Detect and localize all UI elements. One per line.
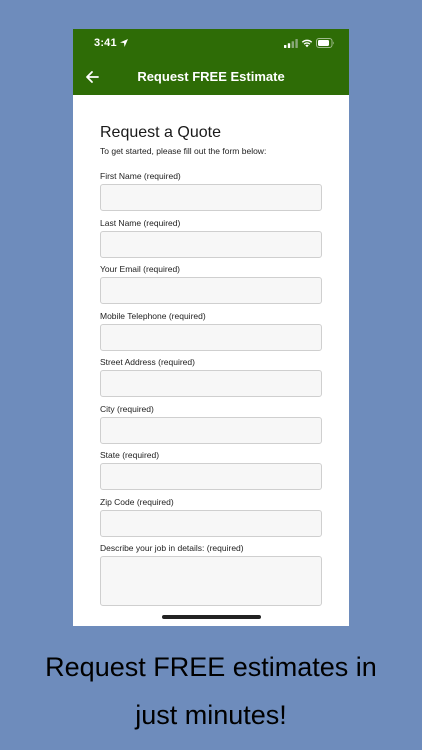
state-field: State (required) bbox=[100, 450, 322, 490]
home-indicator bbox=[162, 615, 261, 619]
last-name-label: Last Name (required) bbox=[100, 217, 181, 228]
zip-code-input[interactable] bbox=[100, 509, 322, 537]
street-address-label: Street Address (required) bbox=[100, 357, 195, 367]
last-name-input[interactable] bbox=[100, 230, 322, 258]
email-field: Your Email (required) bbox=[100, 264, 322, 304]
status-time: 3:41 bbox=[94, 37, 117, 49]
email-label: Your Email (required) bbox=[100, 264, 180, 274]
job-description-label: Describe your job in details: (required) bbox=[100, 543, 244, 553]
quote-form: Request a Quote To get started, please f… bbox=[100, 124, 322, 606]
battery-icon bbox=[316, 38, 334, 48]
last-name-field: Last Name (required) bbox=[100, 218, 322, 258]
first-name-input[interactable] bbox=[100, 184, 322, 211]
state-input[interactable] bbox=[100, 463, 322, 490]
zip-code-field: Zip Code (required) bbox=[100, 497, 322, 537]
promo-caption-line-1: Request FREE estimates in bbox=[45, 652, 377, 682]
mobile-telephone-input[interactable] bbox=[100, 323, 322, 351]
job-description-textarea[interactable] bbox=[100, 556, 322, 606]
job-description-field: Describe your job in details: (required) bbox=[100, 543, 322, 606]
mobile-telephone-field: Mobile Telephone (required) bbox=[100, 311, 322, 351]
form-subtitle: To get started, please fill out the form… bbox=[100, 146, 267, 156]
nav-title: Request FREE Estimate bbox=[137, 69, 285, 84]
promo-caption-line-2: just minutes! bbox=[135, 700, 287, 730]
cellular-signal-icon bbox=[284, 39, 298, 48]
city-label: City (required) bbox=[100, 403, 154, 414]
form-title: Request a Quote bbox=[100, 124, 221, 141]
zip-code-label: Zip Code (required) bbox=[100, 496, 174, 507]
city-field: City (required) bbox=[100, 404, 322, 444]
mobile-telephone-label: Mobile Telephone (required) bbox=[100, 310, 206, 321]
street-address-input[interactable] bbox=[100, 370, 322, 397]
nav-bar: Request FREE Estimate bbox=[73, 59, 349, 95]
street-address-field: Street Address (required) bbox=[100, 357, 322, 397]
email-input[interactable] bbox=[100, 277, 322, 304]
state-label: State (required) bbox=[100, 450, 160, 460]
location-arrow-icon bbox=[120, 39, 128, 47]
first-name-field: First Name (required) bbox=[100, 171, 322, 211]
promo-caption: Request FREE estimates in just minutes! bbox=[0, 643, 422, 739]
wifi-icon bbox=[301, 39, 313, 48]
city-input[interactable] bbox=[100, 416, 322, 444]
status-bar: 3:41 bbox=[73, 29, 349, 59]
phone-screen: 3:41 Request FREE Estimate Request a Quo… bbox=[73, 29, 349, 626]
first-name-label: First Name (required) bbox=[100, 171, 181, 181]
